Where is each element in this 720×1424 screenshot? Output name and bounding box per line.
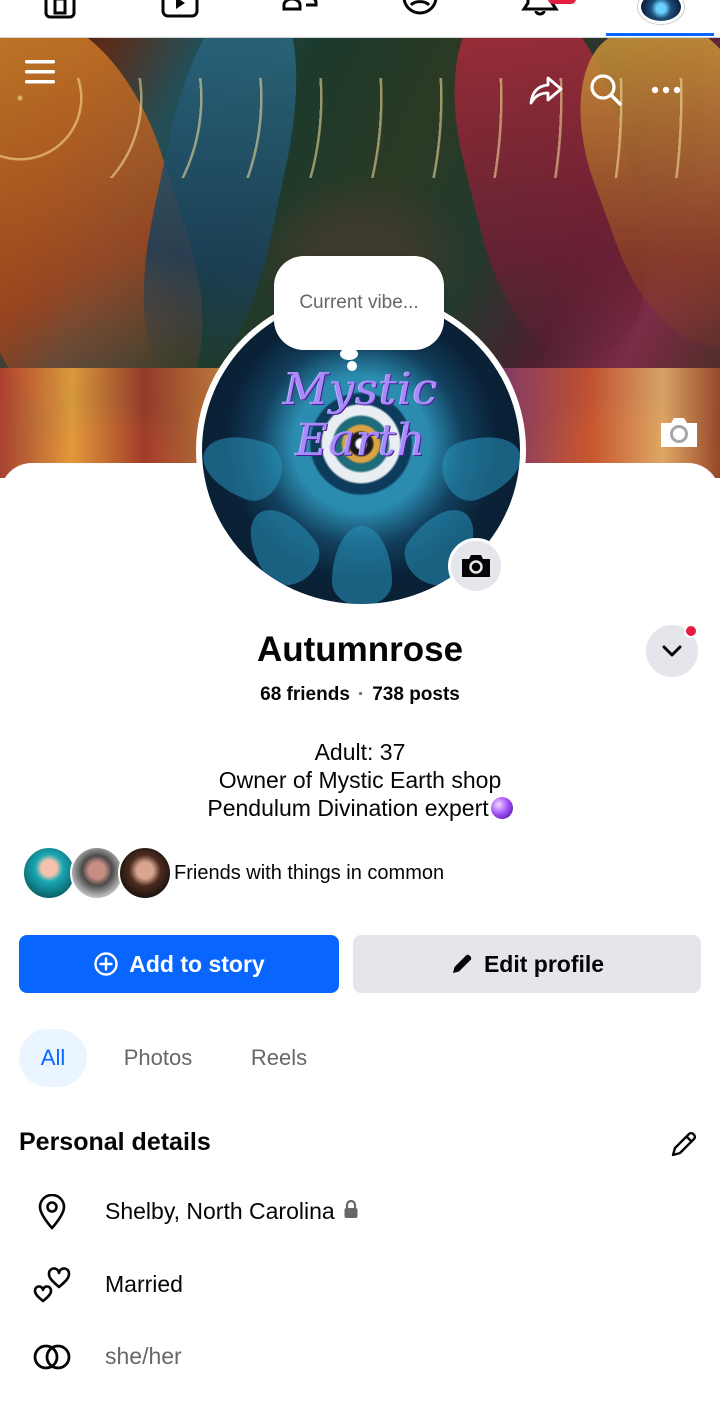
- lock-icon: [344, 1199, 358, 1218]
- location-text: Shelby, North Carolina: [105, 1198, 335, 1224]
- pencil-icon: [452, 954, 472, 973]
- groups-icon[interactable]: [400, 0, 440, 22]
- profile-avatar-tab[interactable]: [638, 0, 684, 24]
- hearts-icon: [30, 1267, 74, 1303]
- notification-dot: [684, 624, 698, 638]
- logo-text: Mystic Earth: [283, 364, 439, 466]
- relationship-text: Married: [105, 1271, 183, 1297]
- hamburger-icon[interactable]: [20, 52, 60, 92]
- current-vibe-placeholder: Current vibe...: [299, 292, 419, 313]
- edit-profile-label: Edit profile: [483, 950, 605, 977]
- bio-line: Pendulum Divination expert: [207, 795, 489, 821]
- friend-avatar[interactable]: [118, 846, 172, 900]
- detail-pronouns: she/her: [30, 1337, 710, 1377]
- mutual-friends-row[interactable]: Friends with things in common: [22, 846, 702, 902]
- tab-photos[interactable]: Photos: [111, 1029, 205, 1087]
- detail-location: Shelby, North Carolina: [30, 1192, 710, 1232]
- profile-bio: Adult: 37 Owner of Mystic Earth shop Pen…: [0, 738, 720, 822]
- profile-dropdown-button[interactable]: [646, 624, 698, 677]
- pencil-outline-icon: [671, 1131, 697, 1157]
- current-vibe-bubble[interactable]: Current vibe...: [274, 256, 444, 350]
- active-tab-indicator: [606, 33, 714, 36]
- home-icon[interactable]: [40, 0, 80, 22]
- bio-line: Owner of Mystic Earth shop: [218, 767, 502, 793]
- detail-text: Shelby, North Carolina: [105, 1198, 359, 1225]
- camera-icon: [462, 555, 490, 577]
- posts-count[interactable]: 738 posts: [372, 684, 460, 705]
- bio-line-with-emoji: Pendulum Divination expert: [0, 794, 720, 822]
- edit-details-button[interactable]: [666, 1126, 702, 1162]
- video-icon[interactable]: [160, 0, 200, 22]
- profile-camera-button[interactable]: [448, 538, 504, 594]
- bio-line: Adult: 37: [314, 739, 406, 765]
- notification-badge: [548, 0, 576, 4]
- add-to-story-button[interactable]: Add to story: [19, 935, 339, 993]
- detail-relationship: Married: [30, 1265, 710, 1305]
- mutual-friends-text: Friends with things in common: [174, 862, 445, 884]
- edit-profile-button[interactable]: Edit profile: [353, 935, 701, 993]
- friend-avatar[interactable]: [70, 846, 124, 900]
- add-circle-icon: [94, 952, 118, 976]
- friend-avatar[interactable]: [22, 846, 76, 900]
- chevron-down-icon: [662, 645, 682, 657]
- top-nav-bar: [0, 0, 720, 38]
- stats-separator: ·: [357, 684, 365, 705]
- cover-camera-icon[interactable]: [658, 413, 700, 451]
- pronouns-icon: [30, 1339, 74, 1375]
- add-to-story-label: Add to story: [129, 950, 265, 977]
- mandala-petal: [332, 526, 392, 604]
- search-icon[interactable]: [586, 70, 626, 110]
- friends-icon[interactable]: [280, 0, 320, 22]
- personal-details-title: Personal details: [19, 1128, 211, 1156]
- location-pin-icon: [30, 1194, 74, 1230]
- profile-stats: 68 friends · 738 posts: [0, 684, 720, 706]
- bubble-tail: [340, 348, 358, 360]
- friends-count[interactable]: 68 friends: [260, 684, 350, 705]
- profile-name: Autumnrose: [256, 630, 464, 669]
- more-icon[interactable]: [646, 70, 686, 110]
- pronouns-text: she/her: [105, 1343, 182, 1369]
- tab-all[interactable]: All: [19, 1029, 87, 1087]
- share-icon[interactable]: [526, 70, 566, 110]
- bubble-tail: [347, 361, 357, 371]
- crystal-ball-icon: [490, 797, 513, 819]
- tab-reels[interactable]: Reels: [241, 1029, 317, 1087]
